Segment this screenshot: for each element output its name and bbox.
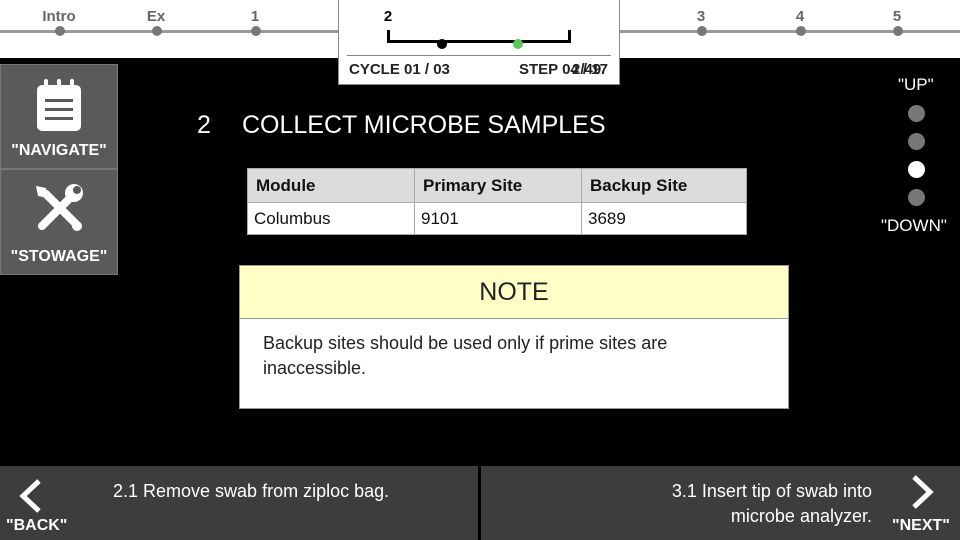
column-header-module: Module (247, 168, 415, 203)
zoom-divider (347, 55, 611, 56)
step-overlay-counter: 2/49 (572, 61, 602, 78)
table-row: Columbus 9101 3689 (247, 202, 747, 235)
substep-done-dot (437, 39, 447, 49)
step-title: 2 COLLECT MICROBE SAMPLES (197, 111, 606, 140)
next-button[interactable]: 3.1 Insert tip of swab into microbe anal… (481, 466, 960, 540)
sites-table: Module Primary Site Backup Site Columbus… (247, 168, 747, 235)
next-step-text-line1: 3.1 Insert tip of swab into (671, 481, 872, 501)
chevron-left-icon (19, 479, 41, 513)
stage-1[interactable]: 1 (251, 8, 259, 25)
cycle-counter: CYCLE 01 / 03 (349, 61, 450, 78)
stowage-button[interactable]: "STOWAGE" (0, 169, 118, 275)
stage-intro[interactable]: Intro (42, 8, 75, 25)
stage-3[interactable]: 3 (697, 8, 705, 25)
note-body: Backup sites should be used only if prim… (263, 333, 668, 378)
scroll-position-dot (908, 105, 925, 122)
scroll-position-dot (908, 133, 925, 150)
cell-backup-site: 3689 (581, 202, 747, 235)
next-label: "NEXT" (892, 517, 950, 534)
stage-dot-4 (796, 26, 806, 36)
chevron-right-icon (912, 475, 934, 509)
step-title-text: COLLECT MICROBE SAMPLES (242, 111, 606, 139)
cell-module: Columbus (247, 202, 415, 235)
substep-current-dot (513, 39, 523, 49)
table-header-row: Module Primary Site Backup Site (247, 168, 747, 203)
stage-4[interactable]: 4 (796, 8, 804, 25)
stage-5[interactable]: 5 (893, 8, 901, 25)
stage-dot-3 (697, 26, 707, 36)
current-stage-zoom: 2 CYCLE 01 / 03 STEP 04 / 17 2/49 (338, 0, 620, 85)
next-step-text-line2: microbe analyzer. (730, 506, 872, 526)
stage-dot-5 (893, 26, 903, 36)
column-header-backup-site: Backup Site (581, 168, 747, 203)
column-header-primary-site: Primary Site (414, 168, 582, 203)
wrench-screwdriver-icon (36, 184, 83, 231)
note-box: NOTE Backup sites should be used only if… (239, 265, 789, 409)
scroll-position-dot-active (908, 161, 925, 178)
navigate-button[interactable]: "NAVIGATE" (0, 64, 118, 169)
clipboard-icon (37, 79, 81, 131)
scroll-up-label[interactable]: "UP" (898, 75, 934, 95)
stage-dot-1 (251, 26, 261, 36)
stage-dot-ex (152, 26, 162, 36)
scroll-position-dot (908, 189, 925, 206)
back-button[interactable]: "BACK" 2.1 Remove swab from ziploc bag. (0, 466, 478, 540)
cell-primary-site: 9101 (414, 202, 582, 235)
stage-dot-intro (55, 26, 65, 36)
step-number: 2 (197, 111, 211, 139)
scroll-down-label[interactable]: "DOWN" (881, 216, 947, 236)
stage-2[interactable]: 2 (384, 8, 392, 25)
navigate-button-label: "NAVIGATE" (11, 142, 107, 159)
previous-step-text: 2.1 Remove swab from ziploc bag. (113, 481, 390, 501)
note-title: NOTE (240, 266, 788, 319)
stowage-button-label: "STOWAGE" (10, 248, 108, 265)
back-label: "BACK" (6, 517, 68, 534)
next-step-text: 3.1 Insert tip of swab into microbe anal… (672, 479, 872, 529)
substep-bracket (387, 30, 571, 43)
stage-ex[interactable]: Ex (147, 8, 165, 25)
